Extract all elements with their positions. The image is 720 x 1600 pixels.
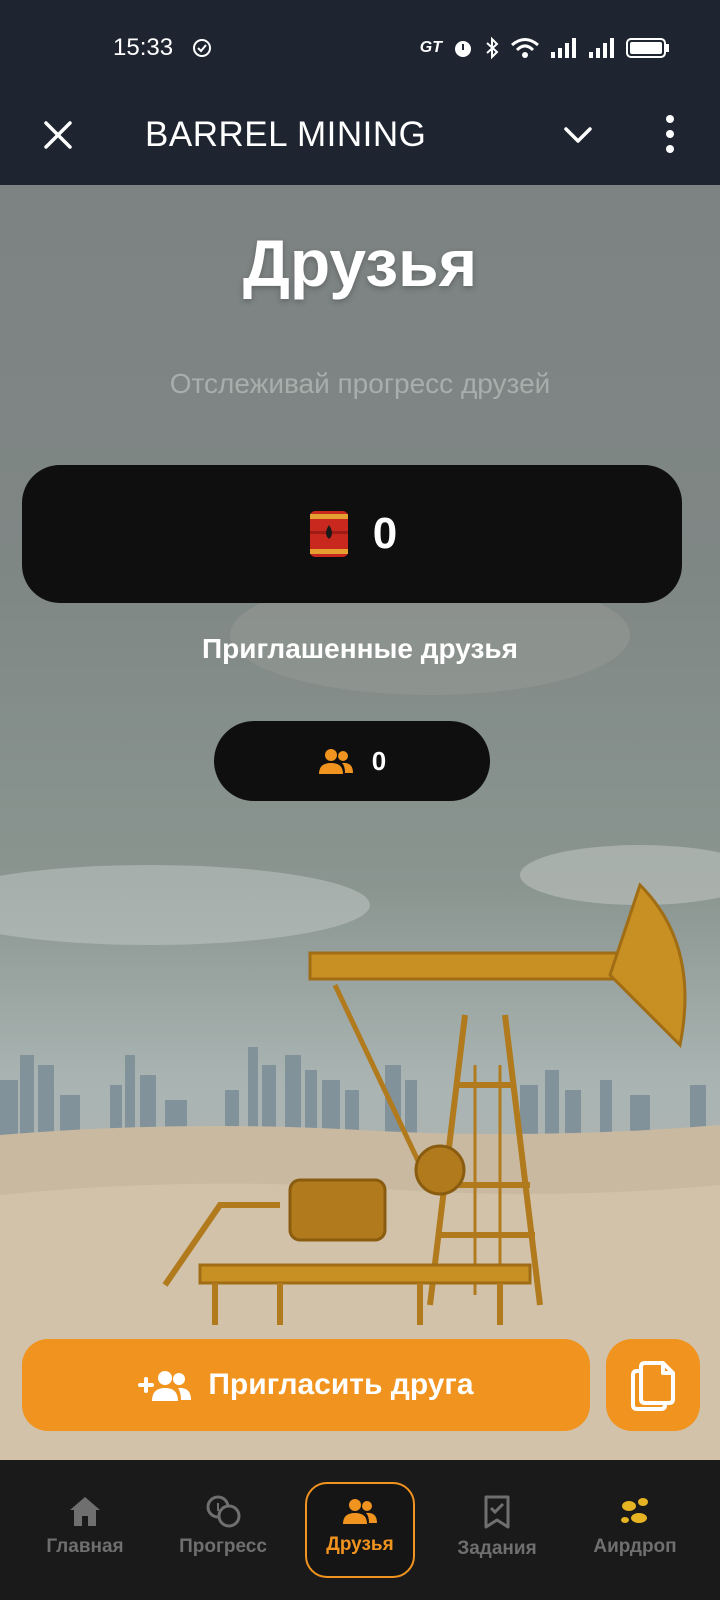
status-bar: 15:33 GT xyxy=(0,0,720,95)
invited-friends-count: 0 xyxy=(214,721,490,801)
oil-barrel-icon xyxy=(309,511,348,557)
invite-friend-button[interactable]: Пригласить друга xyxy=(22,1339,590,1431)
app-title: BARREL MINING xyxy=(145,115,427,154)
balance-card: 0 xyxy=(22,465,682,603)
nav-label-progress: Прогресс xyxy=(179,1536,267,1557)
nav-item-tasks[interactable]: Задания xyxy=(442,1482,552,1578)
carrier-badge: GT xyxy=(419,39,442,56)
chevron-down-icon[interactable] xyxy=(558,115,598,155)
signal-icon xyxy=(551,38,576,58)
bookmark-check-icon xyxy=(484,1495,510,1529)
copy-icon xyxy=(631,1361,675,1411)
friends-screen: Друзья Отслеживай прогресс друзей 0 Приг… xyxy=(0,185,720,1460)
invited-friends-label: Приглашенные друзья xyxy=(202,633,518,664)
nav-item-airdrop[interactable]: Аирдроп xyxy=(580,1482,690,1578)
check-circle-icon xyxy=(193,39,211,57)
close-icon[interactable] xyxy=(40,117,76,153)
nav-label-friends: Друзья xyxy=(326,1534,394,1555)
alarm-icon xyxy=(455,41,471,57)
nav-item-home[interactable]: Главная xyxy=(30,1482,140,1578)
nav-label-home: Главная xyxy=(46,1536,124,1557)
bluetooth-icon xyxy=(486,36,499,60)
friends-count-value: 0 xyxy=(371,745,387,776)
battery-icon xyxy=(626,38,669,58)
users-icon xyxy=(343,1499,377,1524)
nav-item-friends[interactable]: Друзья xyxy=(305,1482,415,1578)
wifi-icon xyxy=(511,38,539,58)
coins-icon xyxy=(206,1495,241,1528)
balance-value: 0 xyxy=(372,509,398,558)
home-icon xyxy=(70,1497,100,1526)
page-subtitle: Отслеживай прогресс друзей xyxy=(169,368,551,399)
user-plus-icon xyxy=(138,1371,192,1401)
status-icons: GT xyxy=(420,34,670,62)
users-icon xyxy=(318,749,353,774)
bottom-navigation: Главная Прогресс Друзья Задания Аирдроп xyxy=(0,1460,720,1600)
invite-friend-label: Пригласить друга xyxy=(208,1368,474,1401)
airdrop-coins-icon xyxy=(621,1498,648,1523)
page-title: Друзья xyxy=(242,226,478,300)
signal-icon-2 xyxy=(589,38,614,58)
copy-link-button[interactable] xyxy=(606,1339,700,1431)
status-time: 15:33 xyxy=(113,34,174,61)
nav-label-tasks: Задания xyxy=(457,1538,537,1559)
nav-label-airdrop: Аирдроп xyxy=(593,1536,677,1557)
nav-item-progress[interactable]: Прогресс xyxy=(168,1482,278,1578)
app-header: BARREL MINING xyxy=(0,95,720,185)
more-vertical-icon[interactable] xyxy=(660,111,680,157)
